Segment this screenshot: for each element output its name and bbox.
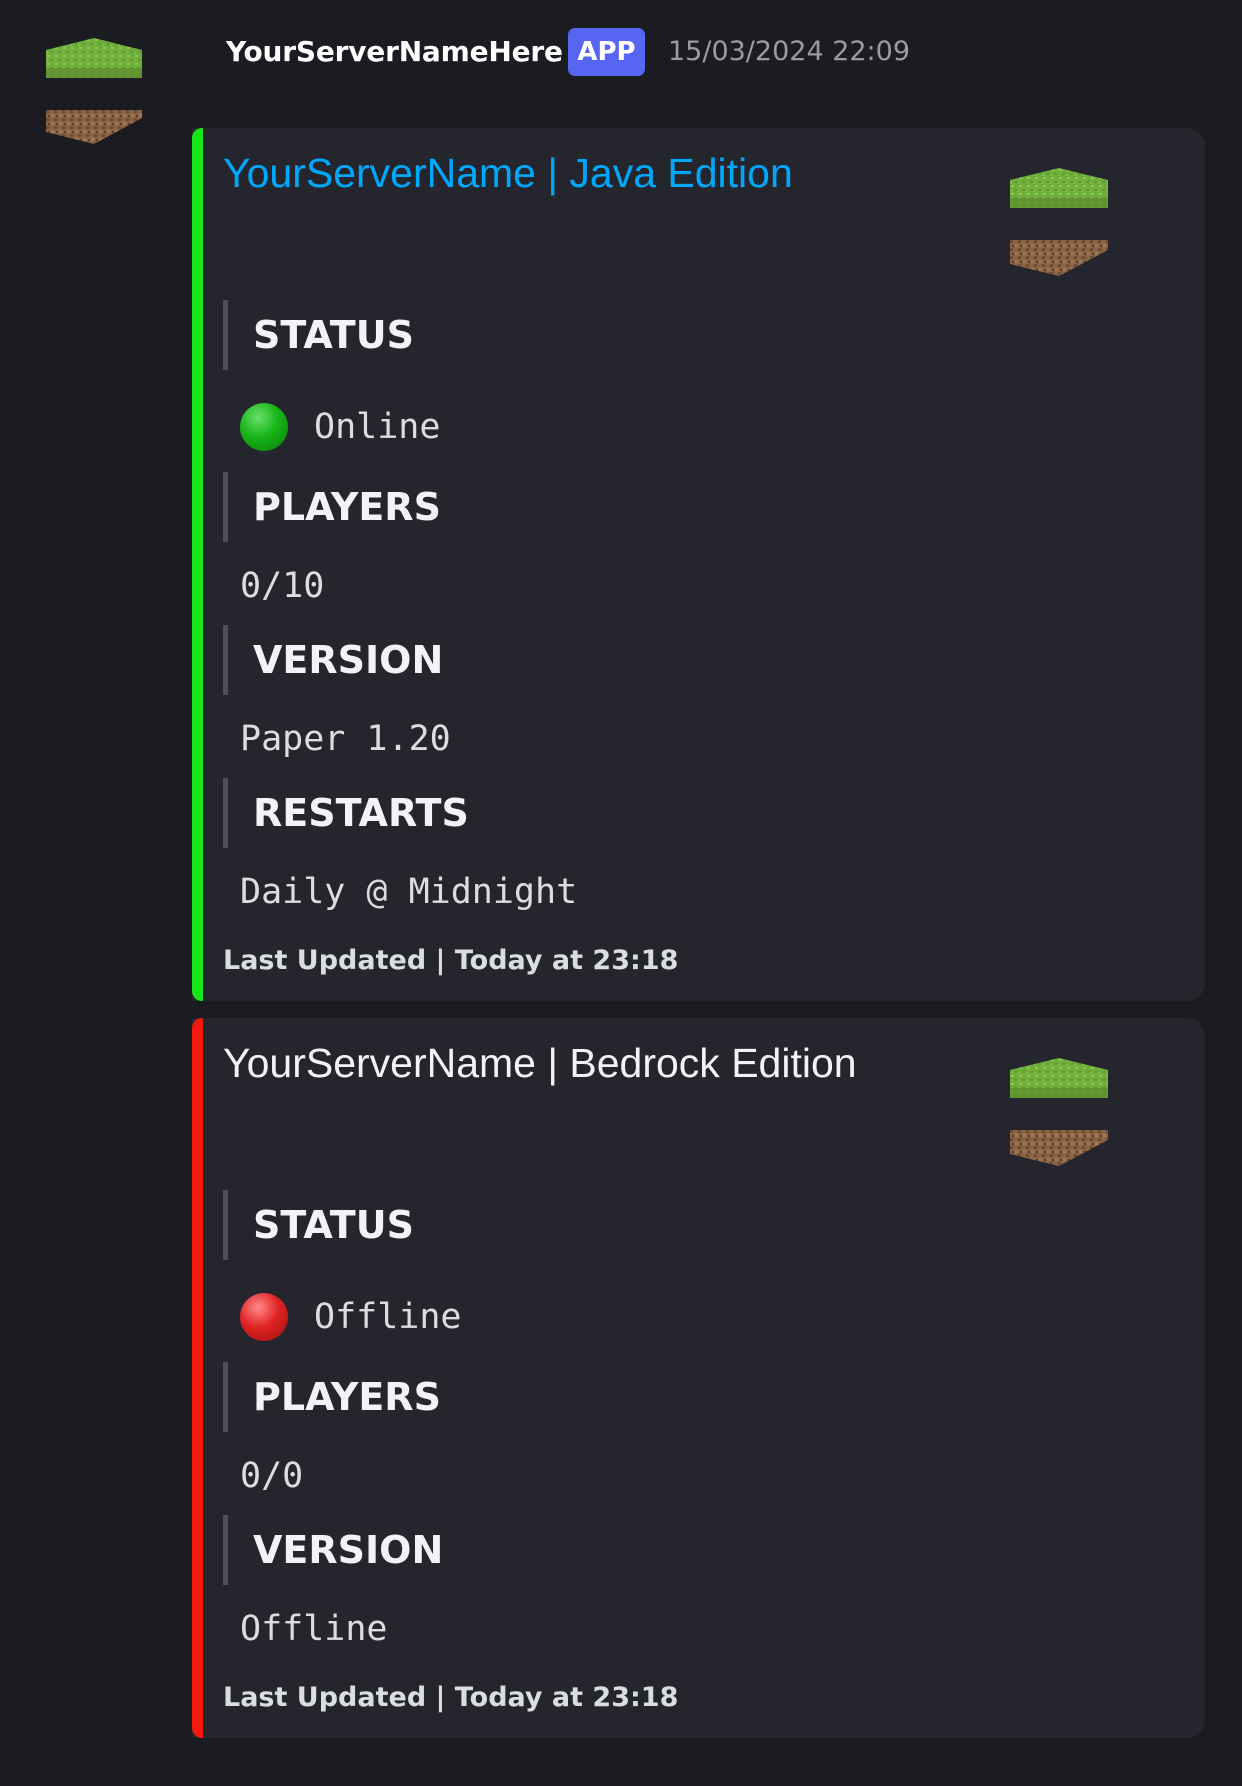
grass-block-icon[interactable] (46, 38, 142, 144)
green-circle-icon (240, 403, 288, 451)
embed-title[interactable]: YourServerName | Java Edition (223, 150, 793, 197)
field-value-status: Offline (240, 1292, 462, 1342)
embed-java: YourServerName | Java Edition STATUS Onl… (192, 128, 1205, 1001)
field-value-status: Online (240, 402, 440, 452)
red-circle-icon (240, 1293, 288, 1341)
embed-accent-bar (192, 1018, 203, 1738)
field-name-players: PLAYERS (223, 472, 441, 542)
embed-footer: Last Updated | Today at 23:18 (223, 945, 679, 976)
field-value-version: Offline (240, 1609, 388, 1649)
field-value-restarts: Daily @ Midnight (240, 872, 578, 912)
field-name-status: STATUS (223, 1190, 414, 1260)
status-text: Offline (314, 1297, 462, 1337)
field-value-players: 0/10 (240, 566, 325, 606)
embed-footer: Last Updated | Today at 23:18 (223, 1682, 679, 1713)
field-name-status: STATUS (223, 300, 414, 370)
author-name[interactable]: YourServerNameHere (226, 30, 563, 74)
embed-accent-bar (192, 128, 203, 1001)
embed-bedrock: YourServerName | Bedrock Edition STATUS … (192, 1018, 1205, 1738)
embed-title: YourServerName | Bedrock Edition (223, 1040, 857, 1086)
field-name-players: PLAYERS (223, 1362, 441, 1432)
field-name-version: VERSION (223, 1515, 443, 1585)
message-timestamp[interactable]: 15/03/2024 22:09 (668, 30, 910, 74)
field-value-version: Paper 1.20 (240, 719, 451, 759)
field-name-restarts: RESTARTS (223, 778, 469, 848)
field-value-players: 0/0 (240, 1456, 304, 1496)
grass-block-icon[interactable] (1010, 168, 1108, 276)
status-text: Online (314, 407, 441, 447)
app-badge: APP (568, 28, 645, 76)
field-name-version: VERSION (223, 625, 443, 695)
grass-block-icon[interactable] (1010, 1058, 1108, 1166)
